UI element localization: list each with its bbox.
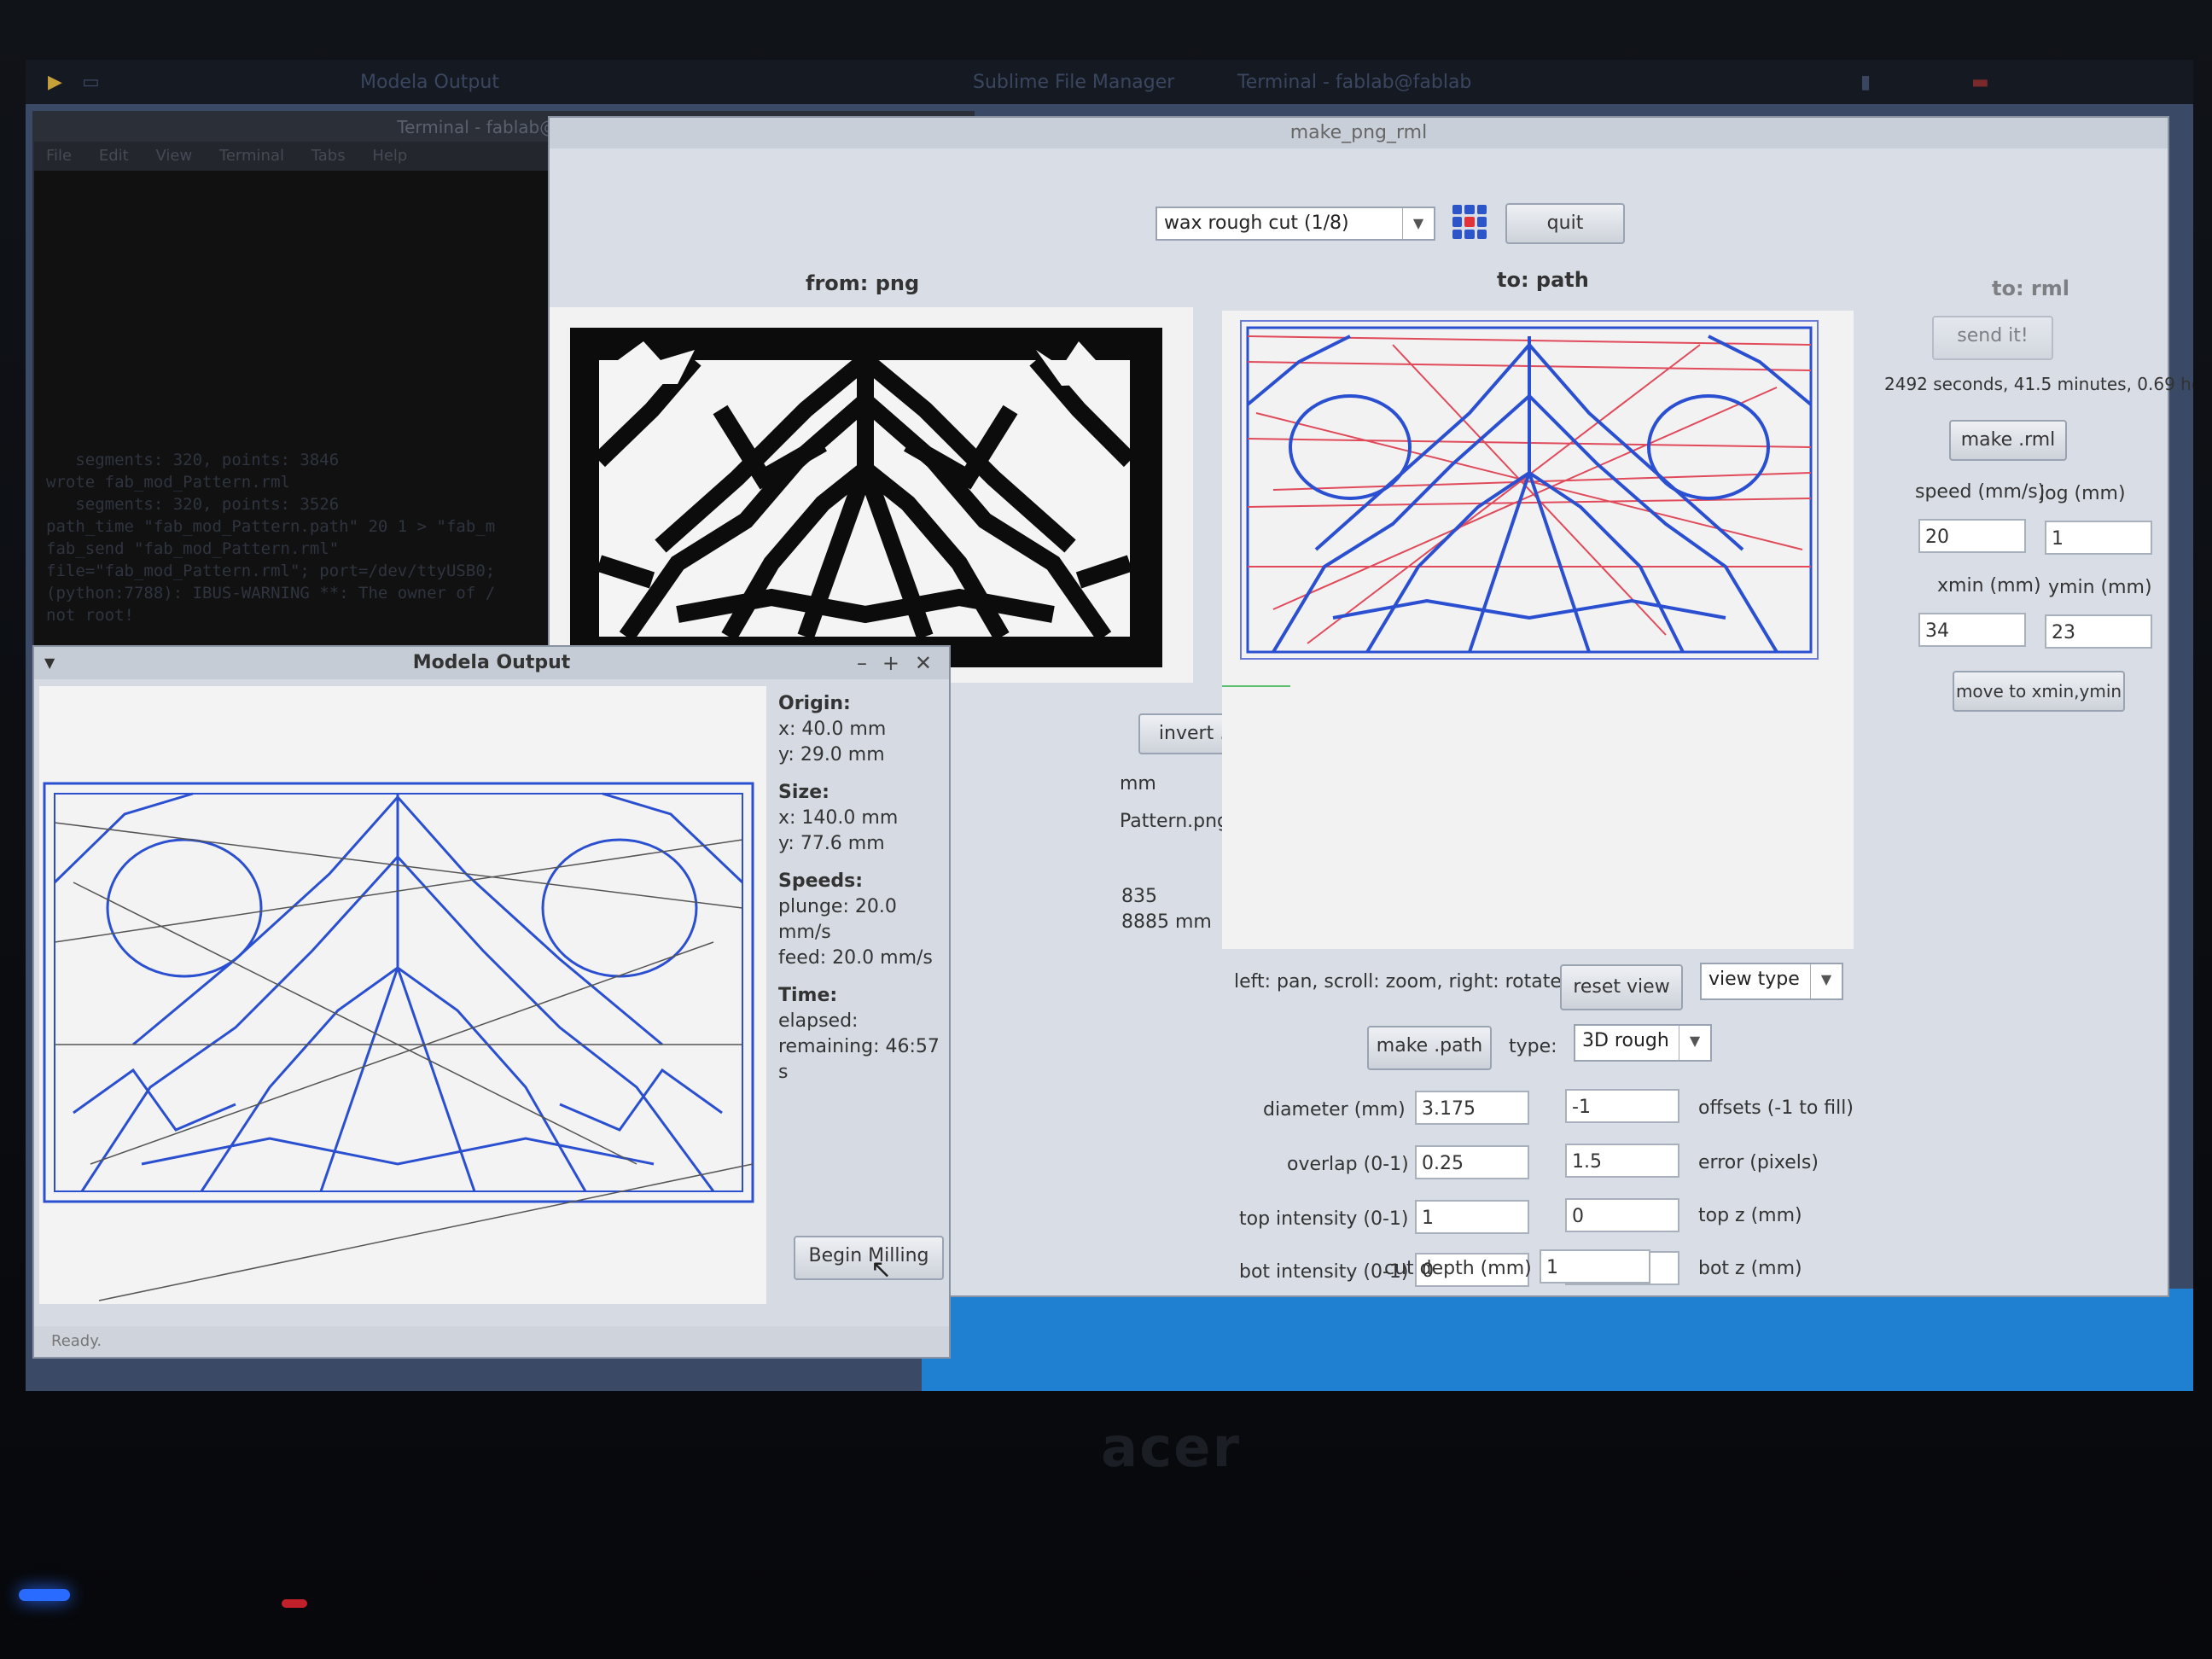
top-z-label: top z (mm) [1698, 1205, 1802, 1226]
time-heading: Time: [778, 985, 838, 1006]
xmin-label: xmin (mm) [1937, 575, 2041, 597]
path-type-select[interactable]: 3D rough ▼ [1574, 1024, 1712, 1062]
window-menu-icon[interactable]: ▼ [44, 647, 55, 679]
error-label: error (pixels) [1698, 1152, 1819, 1173]
diameter-label: diameter (mm) [1263, 1099, 1406, 1121]
chevron-down-icon: ▼ [1402, 208, 1434, 239]
modela-titlebar: ▼ Modela Output – + ✕ [34, 647, 949, 679]
window-title: make_png_rml [550, 118, 2168, 148]
ymin-label: ymin (mm) [2048, 577, 2152, 598]
menu-edit[interactable]: Edit [99, 147, 129, 165]
chevron-down-icon: ▼ [1679, 1026, 1710, 1060]
milling-toolpath [43, 782, 754, 1301]
to-rml-header: to: rml [1992, 276, 2069, 300]
milling-preview[interactable] [39, 686, 766, 1304]
plunge-speed: plunge: 20.0 mm/s [778, 896, 897, 943]
overlap-label: overlap (0-1) [1287, 1154, 1409, 1175]
bot-z-label: bot z (mm) [1698, 1258, 1802, 1279]
elapsed-time: elapsed: [778, 1010, 859, 1032]
toolpath-view [1222, 320, 1819, 687]
status-led [282, 1599, 307, 1608]
type-label: type: [1509, 1036, 1557, 1057]
minimize-icon[interactable]: – [857, 647, 867, 679]
send-it-button[interactable]: send it! [1932, 316, 2053, 360]
taskbar-item-modela[interactable]: Modela Output [360, 72, 499, 93]
make-rml-button[interactable]: make .rml [1949, 420, 2067, 461]
offsets-input[interactable]: -1 [1565, 1089, 1679, 1123]
desktop-background [922, 1289, 2193, 1391]
jog-input[interactable]: 1 [2045, 521, 2152, 555]
top-intensity-label: top intensity (0-1) [1239, 1208, 1409, 1230]
from-png-header: from: png [806, 271, 920, 295]
offsets-label: offsets (-1 to fill) [1698, 1097, 1854, 1119]
fab-modules-logo-icon [1452, 205, 1487, 239]
diameter-input[interactable]: 3.175 [1415, 1091, 1529, 1125]
origin-heading: Origin: [778, 693, 851, 714]
top-z-input[interactable]: 0 [1565, 1198, 1679, 1232]
make-path-button[interactable]: make .path [1367, 1026, 1492, 1070]
origin-x: x: 40.0 mm [778, 719, 887, 740]
path-type-value: 3D rough [1582, 1030, 1669, 1051]
view-type-value: view type [1708, 969, 1800, 990]
origin-y: y: 29.0 mm [778, 744, 885, 765]
begin-milling-button[interactable]: Begin Milling [794, 1236, 944, 1280]
menu-view[interactable]: View [155, 147, 192, 165]
png-units-fragment: mm [1120, 773, 1156, 795]
move-to-xmin-ymin-button[interactable]: move to xmin,ymin [1953, 671, 2125, 712]
modela-title: Modela Output [412, 652, 571, 673]
png-pattern-image [570, 328, 1162, 667]
app-launcher-icon[interactable]: ▶ [48, 72, 62, 93]
size-x: x: 140.0 mm [778, 807, 899, 829]
view-type-select[interactable]: view type ▼ [1700, 963, 1843, 1000]
ymin-input[interactable]: 23 [2045, 614, 2152, 649]
top-intensity-input[interactable]: 1 [1415, 1200, 1529, 1234]
reset-view-button[interactable]: reset view [1560, 964, 1683, 1010]
modela-output-window[interactable]: ▼ Modela Output – + ✕ Origin: x: 40.0 mm… [32, 645, 951, 1359]
battery-icon: ▮ [1860, 72, 1871, 93]
error-input[interactable]: 1.5 [1565, 1144, 1679, 1178]
process-select-value: wax rough cut (1/8) [1164, 212, 1349, 234]
modela-info-panel: Origin: x: 40.0 mm y: 29.0 mm Size: x: 1… [778, 691, 949, 1086]
menu-tabs[interactable]: Tabs [311, 147, 346, 165]
laptop-brand-logo: acer [1101, 1417, 1242, 1480]
cut-depth-label: cut depth (mm) [1384, 1258, 1532, 1279]
xmin-input[interactable]: 34 [1918, 613, 2026, 647]
speed-label: speed (mm/s) [1915, 481, 2046, 503]
path-preview[interactable] [1222, 311, 1854, 949]
png-filename-fragment: Pattern.png [1120, 811, 1230, 832]
speed-input[interactable]: 20 [1918, 519, 2026, 553]
remaining-time: remaining: 46:57 s [778, 1036, 940, 1083]
flag-icon: ▬ [1971, 72, 1989, 93]
quit-button[interactable]: quit [1505, 203, 1625, 244]
png-info-fragment-2: 8885 mm [1121, 911, 1212, 933]
size-y: y: 77.6 mm [778, 833, 885, 854]
process-select[interactable]: wax rough cut (1/8) ▼ [1155, 207, 1435, 241]
maximize-icon[interactable]: + [882, 647, 899, 679]
taskbar: ▶ ▭ Modela Output Sublime File Manager T… [26, 60, 2193, 104]
screen: ▶ ▭ Modela Output Sublime File Manager T… [26, 60, 2193, 1391]
overlap-input[interactable]: 0.25 [1415, 1145, 1529, 1179]
png-info-fragment-1: 835 [1121, 886, 1157, 907]
mouse-cursor-icon: ↖ [870, 1254, 893, 1284]
jog-label: jog (mm) [2040, 483, 2126, 504]
feed-speed: feed: 20.0 mm/s [778, 947, 933, 969]
taskbar-item-file-manager[interactable]: Sublime File Manager [973, 72, 1174, 93]
taskbar-item-terminal[interactable]: Terminal - fablab@fablab [1237, 72, 1471, 93]
cut-depth-input[interactable]: 1 [1540, 1249, 1650, 1284]
terminal-launcher-icon[interactable]: ▭ [82, 72, 100, 93]
time-estimate: 2492 seconds, 41.5 minutes, 0.69 hours [1884, 374, 2193, 394]
png-preview[interactable] [550, 307, 1193, 683]
menu-terminal[interactable]: Terminal [219, 147, 284, 165]
chevron-down-icon: ▼ [1810, 964, 1842, 998]
speeds-heading: Speeds: [778, 870, 864, 892]
power-led [19, 1589, 70, 1601]
status-bar: Ready. [34, 1326, 949, 1357]
view-hint: left: pan, scroll: zoom, right: rotate [1234, 971, 1562, 992]
size-heading: Size: [778, 782, 830, 803]
menu-file[interactable]: File [46, 147, 72, 165]
to-path-header: to: path [1497, 268, 1589, 292]
menu-help[interactable]: Help [372, 147, 407, 165]
close-icon[interactable]: ✕ [915, 647, 932, 679]
bot-intensity-label: bot intensity (0-1) [1239, 1261, 1409, 1283]
